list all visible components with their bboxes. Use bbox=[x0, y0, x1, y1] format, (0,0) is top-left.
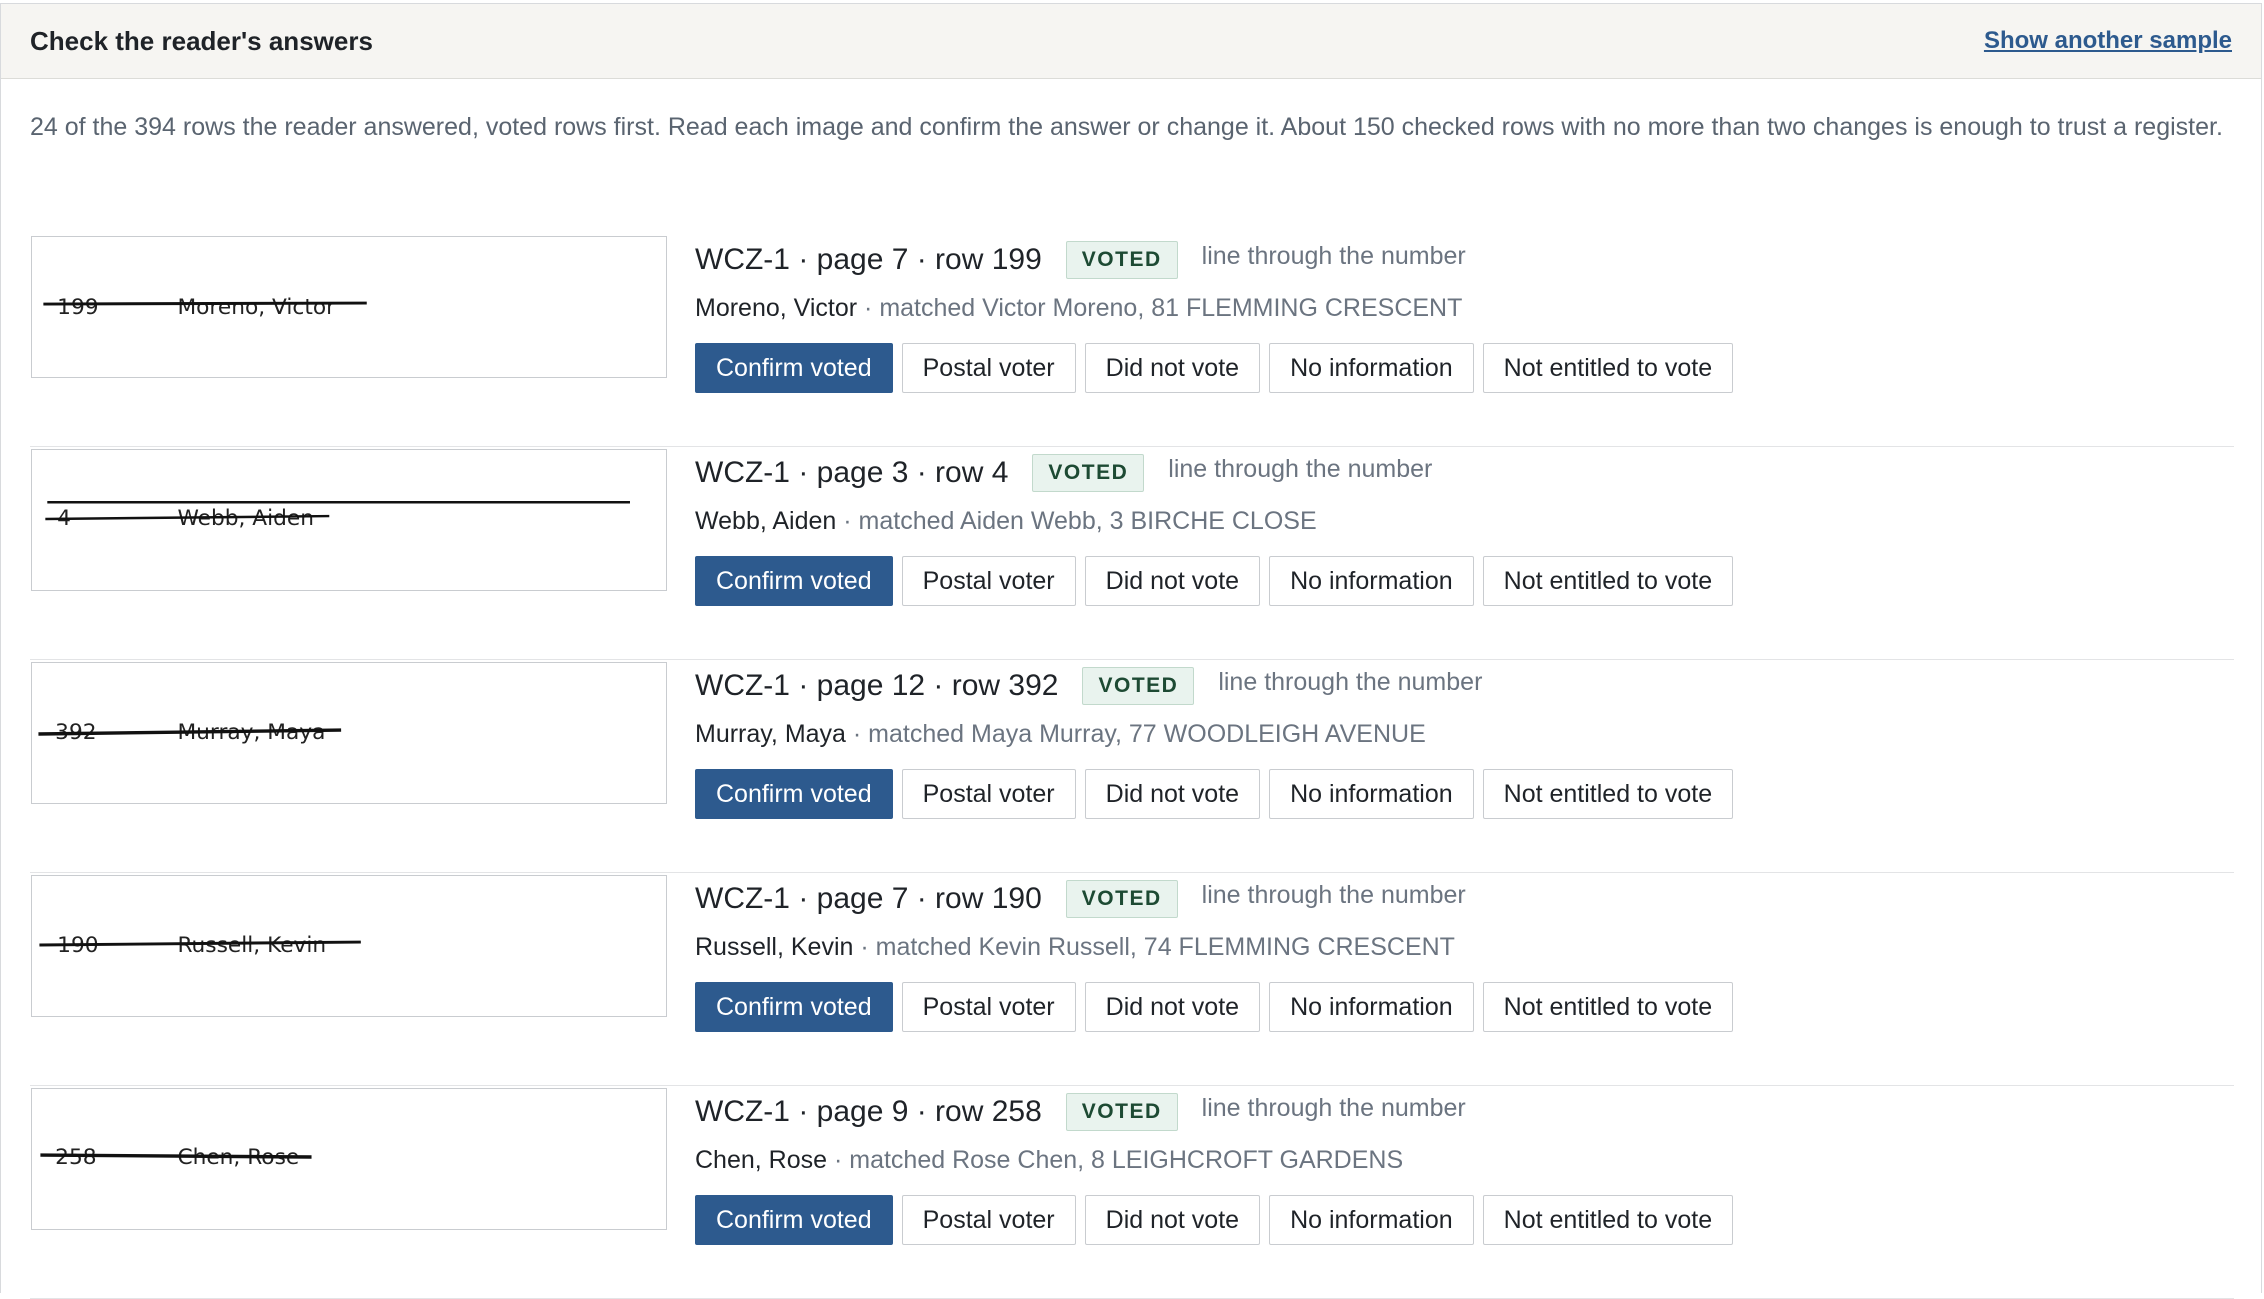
reason-text: line through the number bbox=[1201, 241, 1466, 270]
row-reference: WCZ-1 · page 12 · row 392 bbox=[695, 669, 1059, 702]
did-not-vote-button[interactable]: Did not vote bbox=[1084, 1195, 1261, 1245]
register-row-image: 392 Murray, Maya bbox=[31, 662, 667, 804]
status-badge: VOTED bbox=[1082, 667, 1195, 705]
status-badge: VOTED bbox=[1032, 454, 1145, 492]
not-entitled-button[interactable]: Not entitled to vote bbox=[1482, 556, 1734, 606]
reason-text: line through the number bbox=[1218, 667, 1483, 696]
strike-line bbox=[40, 1153, 312, 1159]
row-info: WCZ-1 · page 7 · row 190 VOTED line thro… bbox=[695, 873, 1734, 1032]
match-text: · matched Kevin Russell, 74 FLEMMING CRE… bbox=[853, 933, 1455, 961]
list-item: 258 Chen, Rose WCZ-1 · page 9 · row 258 … bbox=[30, 1086, 2234, 1299]
confirm-voted-button[interactable]: Confirm voted bbox=[695, 769, 893, 819]
postal-voter-button[interactable]: Postal voter bbox=[901, 1195, 1076, 1245]
register-name: Russell, Kevin bbox=[695, 933, 854, 961]
list-item: 199 Moreno, Victor WCZ-1 · page 7 · row … bbox=[30, 234, 2234, 447]
row-info: WCZ-1 · page 3 · row 4 VOTED line throug… bbox=[695, 447, 1734, 606]
register-row-image: 190 Russell, Kevin bbox=[31, 875, 667, 1017]
postal-voter-button[interactable]: Postal voter bbox=[901, 556, 1076, 606]
reason-text: line through the number bbox=[1201, 1093, 1466, 1122]
image-row-number: 199 bbox=[57, 295, 98, 320]
register-name: Webb, Aiden bbox=[695, 507, 837, 535]
register-row-image: 4 Webb, Aiden bbox=[31, 449, 667, 591]
row-info: WCZ-1 · page 7 · row 199 VOTED line thro… bbox=[695, 234, 1734, 393]
postal-voter-button[interactable]: Postal voter bbox=[901, 343, 1076, 393]
answer-buttons: Confirm voted Postal voter Did not vote … bbox=[695, 1195, 1734, 1245]
status-badge: VOTED bbox=[1065, 241, 1178, 279]
match-text: · matched Aiden Webb, 3 BIRCHE CLOSE bbox=[836, 507, 1317, 535]
image-row-name: Russell, Kevin bbox=[177, 933, 326, 958]
panel-title: Check the reader's answers bbox=[30, 25, 373, 56]
no-information-button[interactable]: No information bbox=[1269, 769, 1474, 819]
no-information-button[interactable]: No information bbox=[1269, 343, 1474, 393]
rows-list: 199 Moreno, Victor WCZ-1 · page 7 · row … bbox=[30, 234, 2234, 1299]
answer-buttons: Confirm voted Postal voter Did not vote … bbox=[695, 769, 1734, 819]
confirm-voted-button[interactable]: Confirm voted bbox=[695, 556, 893, 606]
not-entitled-button[interactable]: Not entitled to vote bbox=[1482, 982, 1734, 1032]
confirm-voted-button[interactable]: Confirm voted bbox=[695, 1195, 893, 1245]
row-info: WCZ-1 · page 9 · row 258 VOTED line thro… bbox=[695, 1086, 1734, 1245]
answer-buttons: Confirm voted Postal voter Did not vote … bbox=[695, 556, 1734, 606]
row-reference: WCZ-1 · page 3 · row 4 bbox=[695, 456, 1009, 489]
intro-text: 24 of the 394 rows the reader answered, … bbox=[30, 113, 2223, 141]
did-not-vote-button[interactable]: Did not vote bbox=[1084, 769, 1261, 819]
answer-buttons: Confirm voted Postal voter Did not vote … bbox=[695, 982, 1734, 1032]
list-item: 392 Murray, Maya WCZ-1 · page 12 · row 3… bbox=[30, 660, 2234, 873]
register-row-image: 199 Moreno, Victor bbox=[31, 236, 667, 378]
register-name: Moreno, Victor bbox=[695, 294, 858, 322]
reason-text: line through the number bbox=[1168, 454, 1433, 483]
match-text: · matched Maya Murray, 77 WOODLEIGH AVEN… bbox=[845, 720, 1426, 748]
confirm-voted-button[interactable]: Confirm voted bbox=[695, 982, 893, 1032]
register-name: Chen, Rose bbox=[695, 1146, 828, 1174]
register-name: Murray, Maya bbox=[695, 720, 846, 748]
row-reference: WCZ-1 · page 9 · row 258 bbox=[695, 1095, 1042, 1128]
row-reference: WCZ-1 · page 7 · row 190 bbox=[695, 882, 1042, 915]
no-information-button[interactable]: No information bbox=[1269, 1195, 1474, 1245]
no-information-button[interactable]: No information bbox=[1269, 982, 1474, 1032]
image-row-name: Moreno, Victor bbox=[177, 295, 335, 320]
register-row-image: 258 Chen, Rose bbox=[31, 1088, 667, 1230]
postal-voter-button[interactable]: Postal voter bbox=[901, 982, 1076, 1032]
list-item: 4 Webb, Aiden WCZ-1 · page 3 · row 4 VOT… bbox=[30, 447, 2234, 660]
row-info: WCZ-1 · page 12 · row 392 VOTED line thr… bbox=[695, 660, 1734, 819]
did-not-vote-button[interactable]: Did not vote bbox=[1084, 982, 1261, 1032]
show-another-sample-link[interactable]: Show another sample bbox=[1984, 27, 2232, 55]
status-badge: VOTED bbox=[1065, 1093, 1178, 1131]
match-text: · matched Victor Moreno, 81 FLEMMING CRE… bbox=[857, 294, 1463, 322]
status-badge: VOTED bbox=[1065, 880, 1178, 918]
strike-line bbox=[43, 301, 367, 306]
reason-text: line through the number bbox=[1201, 880, 1466, 909]
not-entitled-button[interactable]: Not entitled to vote bbox=[1482, 1195, 1734, 1245]
review-panel: Check the reader's answers Show another … bbox=[0, 3, 2262, 1299]
match-text: · matched Rose Chen, 8 LEIGHCROFT GARDEN… bbox=[827, 1146, 1404, 1174]
did-not-vote-button[interactable]: Did not vote bbox=[1084, 556, 1261, 606]
panel-header: Check the reader's answers Show another … bbox=[1, 4, 2261, 79]
image-row-number: 258 bbox=[55, 1145, 96, 1170]
answer-buttons: Confirm voted Postal voter Did not vote … bbox=[695, 343, 1734, 393]
list-item: 190 Russell, Kevin WCZ-1 · page 7 · row … bbox=[30, 873, 2234, 1086]
postal-voter-button[interactable]: Postal voter bbox=[901, 769, 1076, 819]
row-reference: WCZ-1 · page 7 · row 199 bbox=[695, 243, 1042, 276]
not-entitled-button[interactable]: Not entitled to vote bbox=[1482, 343, 1734, 393]
did-not-vote-button[interactable]: Did not vote bbox=[1084, 343, 1261, 393]
confirm-voted-button[interactable]: Confirm voted bbox=[695, 343, 893, 393]
no-information-button[interactable]: No information bbox=[1269, 556, 1474, 606]
not-entitled-button[interactable]: Not entitled to vote bbox=[1482, 769, 1734, 819]
